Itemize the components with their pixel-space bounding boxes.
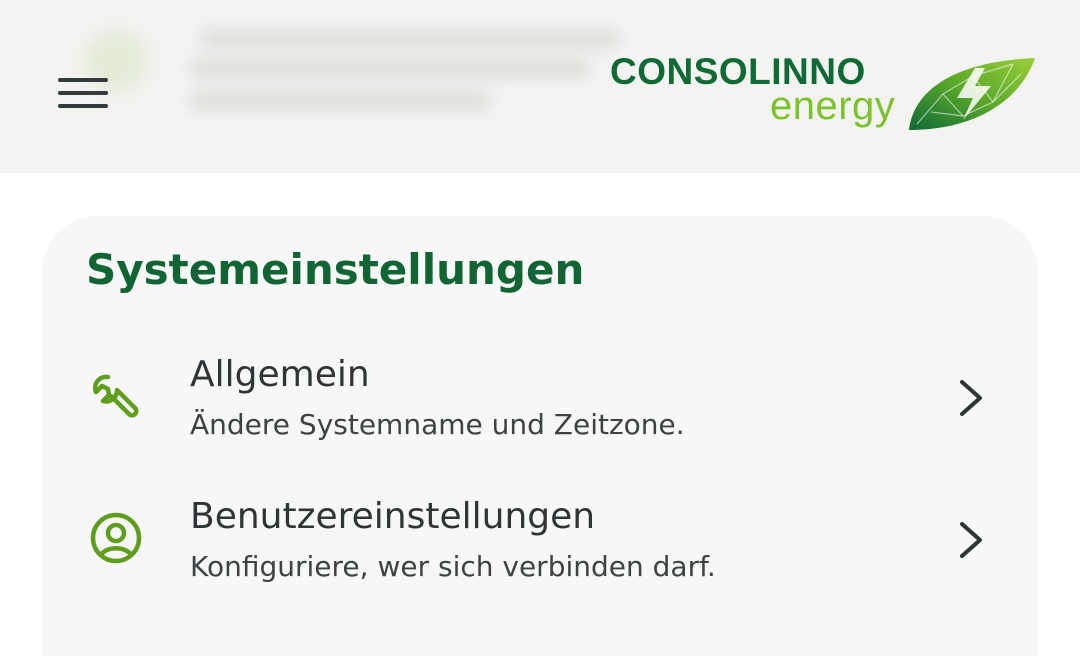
app-header: CONSOLINNO energy <box>0 0 1080 173</box>
consolinno-energy-logo: CONSOLINNO energy <box>610 50 1040 134</box>
settings-item-label: Benutzereinstellungen <box>190 496 596 537</box>
blurred-background-text <box>180 30 630 130</box>
settings-title: Systemeinstellungen <box>86 245 585 294</box>
settings-item-description: Ändere Systemname und Zeitzone. <box>190 408 685 441</box>
hamburger-menu-icon[interactable] <box>58 74 110 112</box>
wrench-icon <box>92 374 139 418</box>
leaf-lightning-icon <box>909 58 1035 130</box>
settings-item-allgemein[interactable]: Allgemein Ändere Systemname und Zeitzone… <box>42 340 1038 460</box>
user-circle-icon <box>90 512 142 564</box>
chevron-right-icon <box>960 522 982 558</box>
settings-item-benutzereinstellungen[interactable]: Benutzereinstellungen Konfiguriere, wer … <box>42 482 1038 602</box>
logo-wordmark-energy: energy <box>770 84 896 128</box>
settings-item-description: Konfiguriere, wer sich verbinden darf. <box>190 550 716 583</box>
chevron-right-icon <box>960 380 982 416</box>
settings-item-label: Allgemein <box>190 354 370 395</box>
